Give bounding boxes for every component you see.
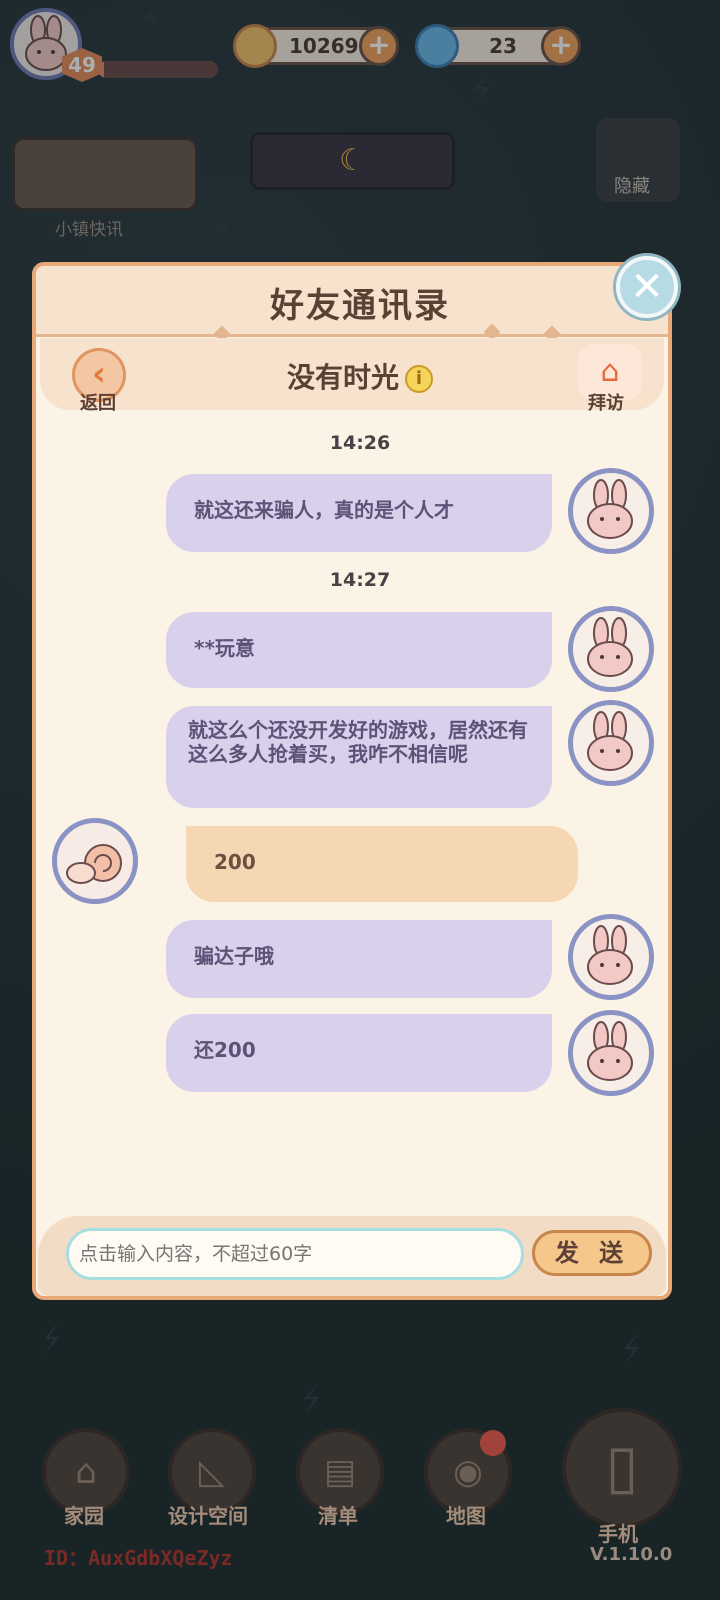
- nav-label: 设计空间: [168, 1504, 248, 1528]
- nav-label: 地图: [446, 1504, 486, 1528]
- chat-message: **玩意: [166, 612, 552, 688]
- chat-message: 200: [186, 826, 578, 902]
- my-avatar[interactable]: [568, 700, 654, 786]
- chat-message: 骗达子哦: [166, 920, 552, 998]
- ruler-icon: ◺: [198, 1452, 226, 1492]
- house-icon: ⌂: [600, 354, 620, 389]
- my-avatar[interactable]: [568, 1010, 654, 1096]
- nav-phone-button[interactable]: ▯: [562, 1408, 682, 1528]
- nav-label: 手机: [598, 1522, 638, 1546]
- map-pin-icon: ◉: [453, 1452, 483, 1492]
- user-id: ID：AuxGdbXQeZyz: [44, 1546, 233, 1570]
- house-icon: ⌂: [75, 1452, 97, 1492]
- visit-label: 拜访: [588, 393, 624, 414]
- chat-message: 就这么个还没开发好的游戏，居然还有这么多人抢着买，我咋不相信呢: [166, 706, 552, 808]
- bunny-icon: [587, 925, 633, 985]
- document-icon: ▤: [323, 1452, 357, 1492]
- my-avatar[interactable]: [568, 468, 654, 554]
- friend-avatar[interactable]: [52, 818, 138, 904]
- info-icon[interactable]: i: [405, 365, 433, 393]
- bunny-icon: [587, 479, 633, 539]
- chat-timestamp: 14:27: [329, 569, 391, 591]
- bunny-icon: [587, 711, 633, 771]
- notification-dot: [480, 1430, 506, 1456]
- phone-icon: ▯: [605, 1432, 639, 1502]
- bunny-icon: [587, 1021, 633, 1081]
- chat-timestamp: 14:26: [329, 432, 391, 454]
- nav-label: 家园: [64, 1504, 104, 1528]
- friend-name: 没有时光: [286, 361, 399, 394]
- dialog-title: 好友通讯录: [270, 286, 450, 326]
- snail-icon: [66, 844, 122, 884]
- chat-message: 就这还来骗人，真的是个人才: [166, 474, 552, 552]
- send-button[interactable]: 发 送: [532, 1230, 652, 1276]
- close-button[interactable]: ✕: [616, 256, 678, 318]
- chat-message: 还200: [166, 1014, 552, 1092]
- my-avatar[interactable]: [568, 914, 654, 1000]
- message-input[interactable]: [66, 1228, 524, 1280]
- bunny-icon: [587, 617, 633, 677]
- my-avatar[interactable]: [568, 606, 654, 692]
- app-version: V.1.10.0: [590, 1544, 673, 1565]
- nav-label: 清单: [318, 1504, 358, 1528]
